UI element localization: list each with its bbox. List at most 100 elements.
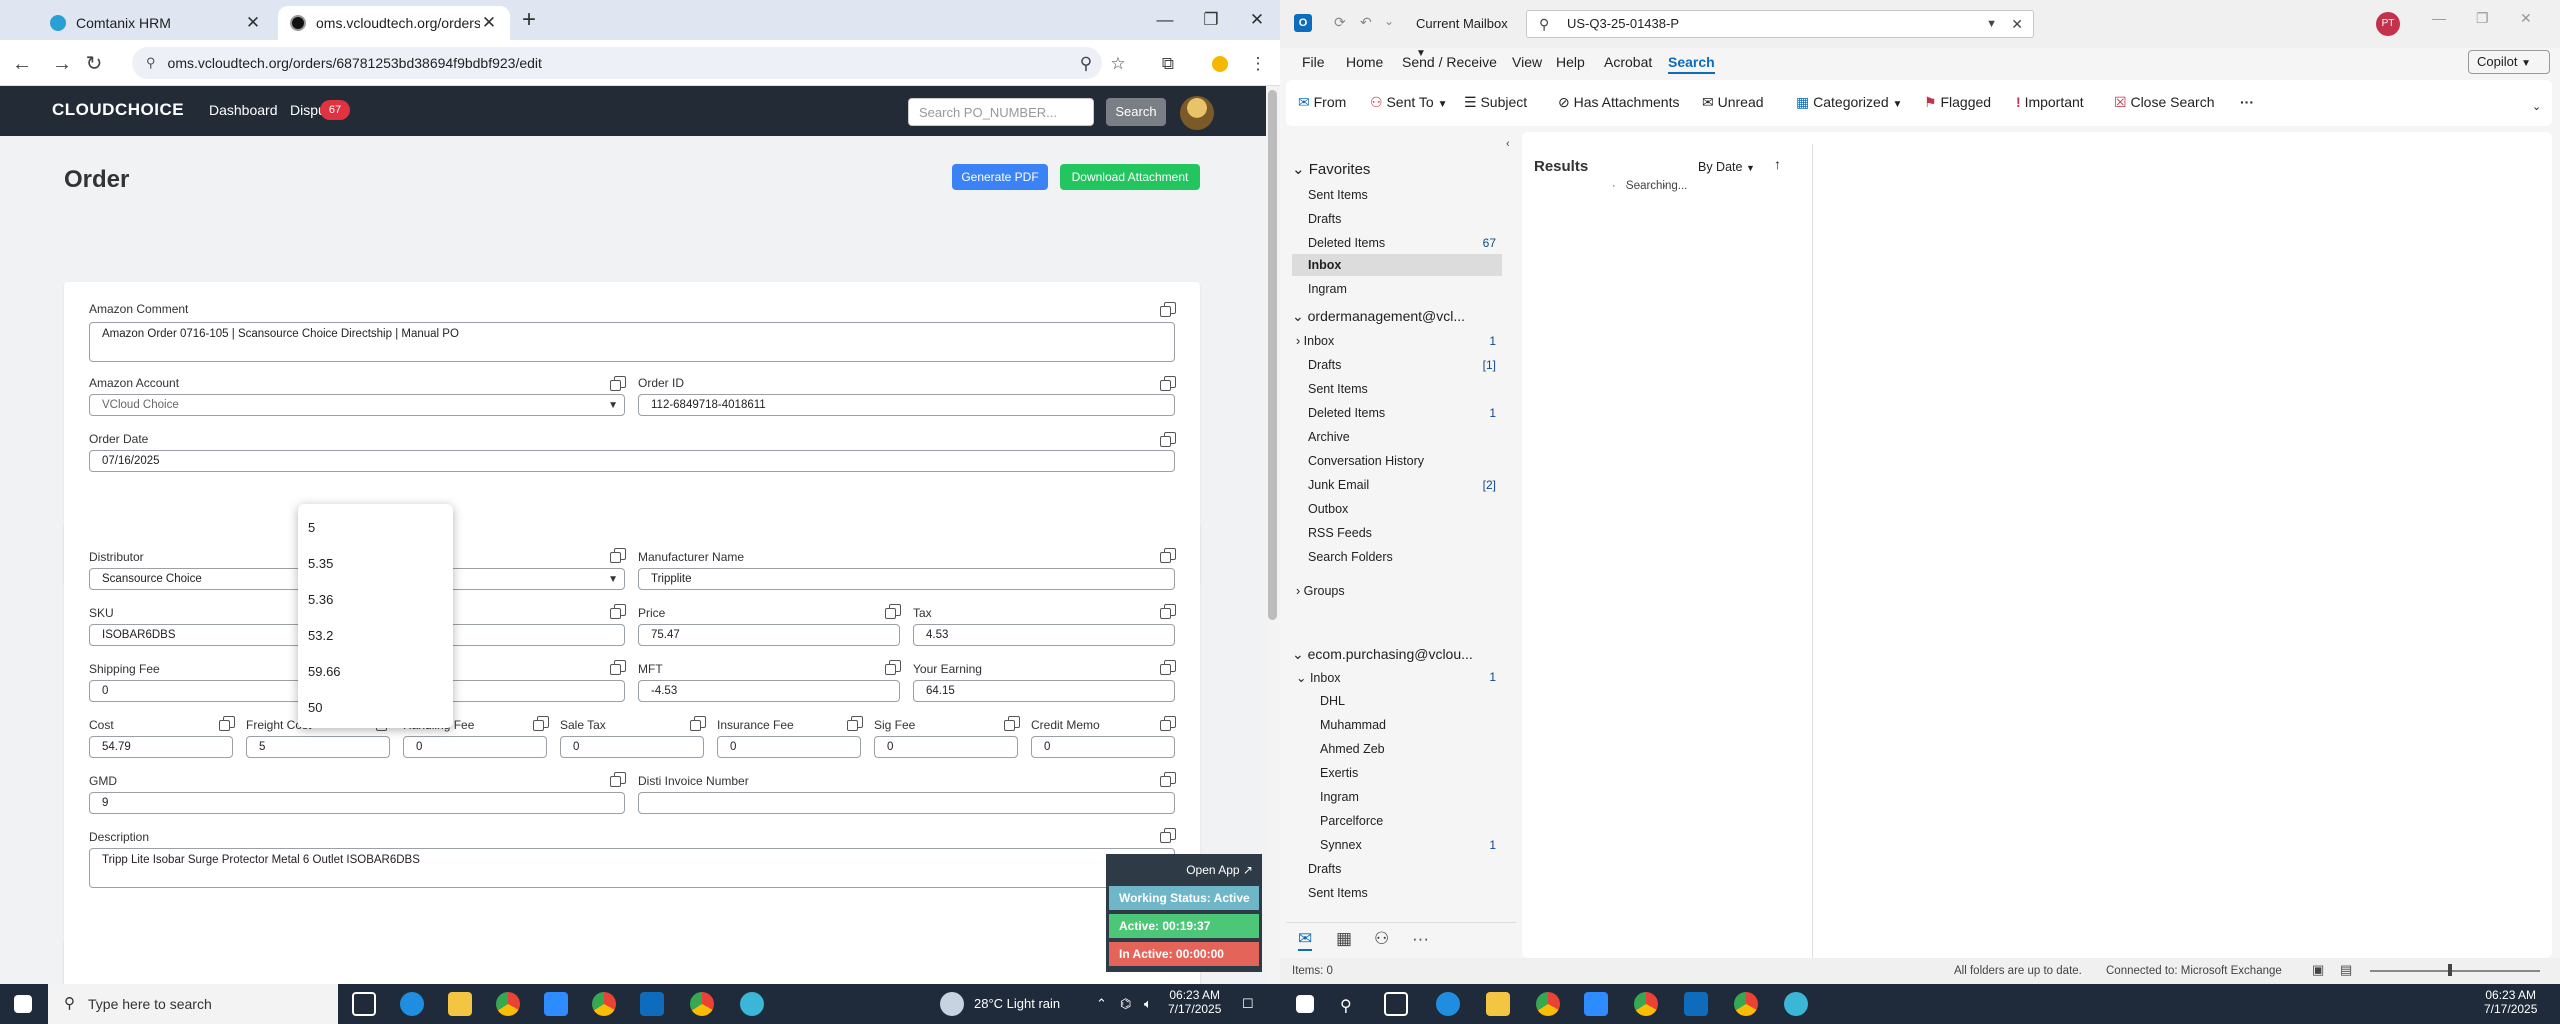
network-icon[interactable]: ⌬ (1120, 996, 1131, 1012)
folder-item[interactable]: Exertis (1320, 766, 1358, 780)
folder-item[interactable]: › Inbox (1296, 334, 1334, 348)
folder-item[interactable]: ⌄ Inbox (1296, 670, 1341, 685)
sale-tax-field[interactable]: 0 (560, 736, 704, 758)
menu-file[interactable]: File (1302, 54, 1325, 70)
folder-item[interactable]: Inbox (1308, 258, 1341, 272)
freight-cost-field[interactable]: 5 (246, 736, 390, 758)
handling-fee-field[interactable]: 0 (403, 736, 547, 758)
copy-icon[interactable] (610, 548, 626, 563)
chrome-icon[interactable] (496, 992, 520, 1016)
star-icon[interactable]: ☆ (1104, 50, 1132, 78)
cost-field[interactable]: 54.79 (89, 736, 233, 758)
menu-home[interactable]: Home (1346, 54, 1383, 70)
new-tab-button[interactable]: + (516, 8, 542, 34)
edge-icon[interactable] (400, 992, 424, 1016)
undo-icon[interactable]: ↶ (1360, 14, 1372, 31)
folder-item[interactable]: DHL (1320, 694, 1345, 708)
groups-header[interactable]: › Groups (1296, 584, 1345, 598)
copy-icon[interactable] (1160, 828, 1176, 843)
tab-oms[interactable]: oms.vcloudtech.org/orders/687 ✕ (278, 6, 510, 40)
folder-item[interactable]: Drafts (1308, 212, 1341, 226)
copy-icon[interactable] (690, 716, 706, 731)
folder-item[interactable]: Synnex (1320, 838, 1362, 852)
copy-icon[interactable] (1160, 302, 1176, 317)
order-date-field[interactable]: 07/16/2025 (89, 450, 1175, 472)
folder-item[interactable]: Drafts (1308, 862, 1341, 876)
zoom-app-icon[interactable] (544, 992, 568, 1016)
taskbar-search[interactable]: ⚲ Type here to search (48, 984, 338, 1024)
normal-view-icon[interactable]: ▣ (2312, 962, 2324, 978)
autocomplete-option[interactable]: 5 (308, 520, 315, 535)
sort-direction-icon[interactable]: ↑ (1774, 156, 1781, 172)
avatar[interactable]: PT (2376, 12, 2400, 36)
copy-icon[interactable] (610, 376, 626, 391)
copy-icon[interactable] (1160, 432, 1176, 447)
autocomplete-option[interactable]: 5.36 (308, 592, 333, 607)
copy-icon[interactable] (610, 660, 626, 675)
extensions-icon[interactable]: ⧉ (1154, 50, 1182, 78)
minimize-button[interactable]: — (2432, 10, 2446, 26)
clock-left[interactable]: 06:23 AM 7/17/2025 (1168, 988, 1221, 1016)
app-icon[interactable] (740, 992, 764, 1016)
copy-icon[interactable] (219, 716, 235, 731)
reading-view-icon[interactable]: ▤ (2340, 962, 2352, 978)
generate-pdf-button[interactable]: Generate PDF (952, 164, 1048, 190)
more-icon[interactable]: ··· (1412, 929, 1429, 949)
extension-icon[interactable] (1206, 50, 1234, 78)
close-search-button[interactable]: ☒ Close Search (2114, 94, 2215, 111)
clock-right[interactable]: 06:23 AM 7/17/2025 (2484, 988, 2537, 1016)
tax-field[interactable]: 4.53 (913, 624, 1175, 646)
outlook-search-input[interactable]: ⚲ US-Q3-25-01438-P ▼ ✕ (1526, 10, 2034, 38)
copy-icon[interactable] (610, 772, 626, 787)
folder-item[interactable]: Junk Email (1308, 478, 1369, 492)
chrome-icon[interactable] (592, 992, 616, 1016)
avatar[interactable] (1180, 96, 1214, 130)
collapse-pane-icon[interactable]: ‹ (1506, 138, 1510, 150)
autocomplete-option[interactable]: 53.2 (308, 628, 333, 643)
search-icon[interactable]: ⚲ (1340, 996, 1352, 1016)
mail-icon[interactable]: ✉ (1298, 929, 1313, 951)
search-button[interactable]: Search (1106, 98, 1166, 126)
chevron-down-icon[interactable]: ▼ (1986, 11, 1997, 37)
zoom-slider[interactable] (2370, 970, 2540, 972)
has-attachments-button[interactable]: ⊘ Has Attachments (1558, 94, 1679, 111)
download-attachment-button[interactable]: Download Attachment (1060, 164, 1200, 190)
nav-dashboard[interactable]: Dashboard (209, 102, 278, 118)
sig-fee-field[interactable]: 0 (874, 736, 1018, 758)
autocomplete-option[interactable]: 59.66 (308, 664, 341, 679)
file-explorer-icon[interactable] (1486, 992, 1510, 1016)
autocomplete-option[interactable]: 50 (308, 700, 322, 715)
copy-icon[interactable] (610, 604, 626, 619)
chrome-icon[interactable] (1634, 992, 1658, 1016)
outlook-icon[interactable] (640, 992, 664, 1016)
description-field[interactable]: Tripp Lite Isobar Surge Protector Metal … (89, 848, 1175, 888)
chrome-icon[interactable] (1536, 992, 1560, 1016)
weather-text[interactable]: 28°C Light rain (974, 996, 1060, 1011)
folder-item[interactable]: Ahmed Zeb (1320, 742, 1385, 756)
chrome-icon[interactable] (1734, 992, 1758, 1016)
folder-item[interactable]: Parcelforce (1320, 814, 1383, 828)
unread-button[interactable]: ✉ Unread (1702, 94, 1764, 111)
sent-to-button[interactable]: ⚇ Sent To ▼ (1370, 94, 1447, 111)
site-info-icon[interactable]: ⚲ (146, 55, 156, 71)
mailbox-scope-select[interactable]: Current Mailbox ▼ (1408, 10, 1514, 59)
account-header[interactable]: ⌄ ordermanagement@vcl... (1292, 308, 1465, 325)
copy-icon[interactable] (885, 604, 901, 619)
favorites-header[interactable]: ⌄ Favorites (1292, 160, 1370, 178)
close-icon[interactable]: ✕ (480, 13, 498, 33)
menu-acrobat[interactable]: Acrobat (1604, 54, 1652, 70)
folder-item[interactable]: Outbox (1308, 502, 1348, 516)
folder-item[interactable]: Drafts (1308, 358, 1341, 372)
calendar-icon[interactable]: ▦ (1336, 929, 1352, 949)
more-icon[interactable]: ··· (2240, 94, 2254, 110)
back-button[interactable]: ← (8, 50, 36, 78)
folder-item[interactable]: RSS Feeds (1308, 526, 1372, 540)
tray-chevron-icon[interactable]: ⌃ (1096, 996, 1107, 1012)
sync-icon[interactable]: ⟳ (1334, 14, 1346, 31)
sort-by-date[interactable]: By Date ▼ (1698, 160, 1755, 174)
folder-item[interactable]: Muhammad (1320, 718, 1386, 732)
copy-icon[interactable] (1160, 660, 1176, 675)
folder-item[interactable]: Sent Items (1308, 886, 1368, 900)
subject-button[interactable]: ☰ Subject (1464, 94, 1527, 111)
windows-start-icon[interactable] (14, 995, 32, 1013)
